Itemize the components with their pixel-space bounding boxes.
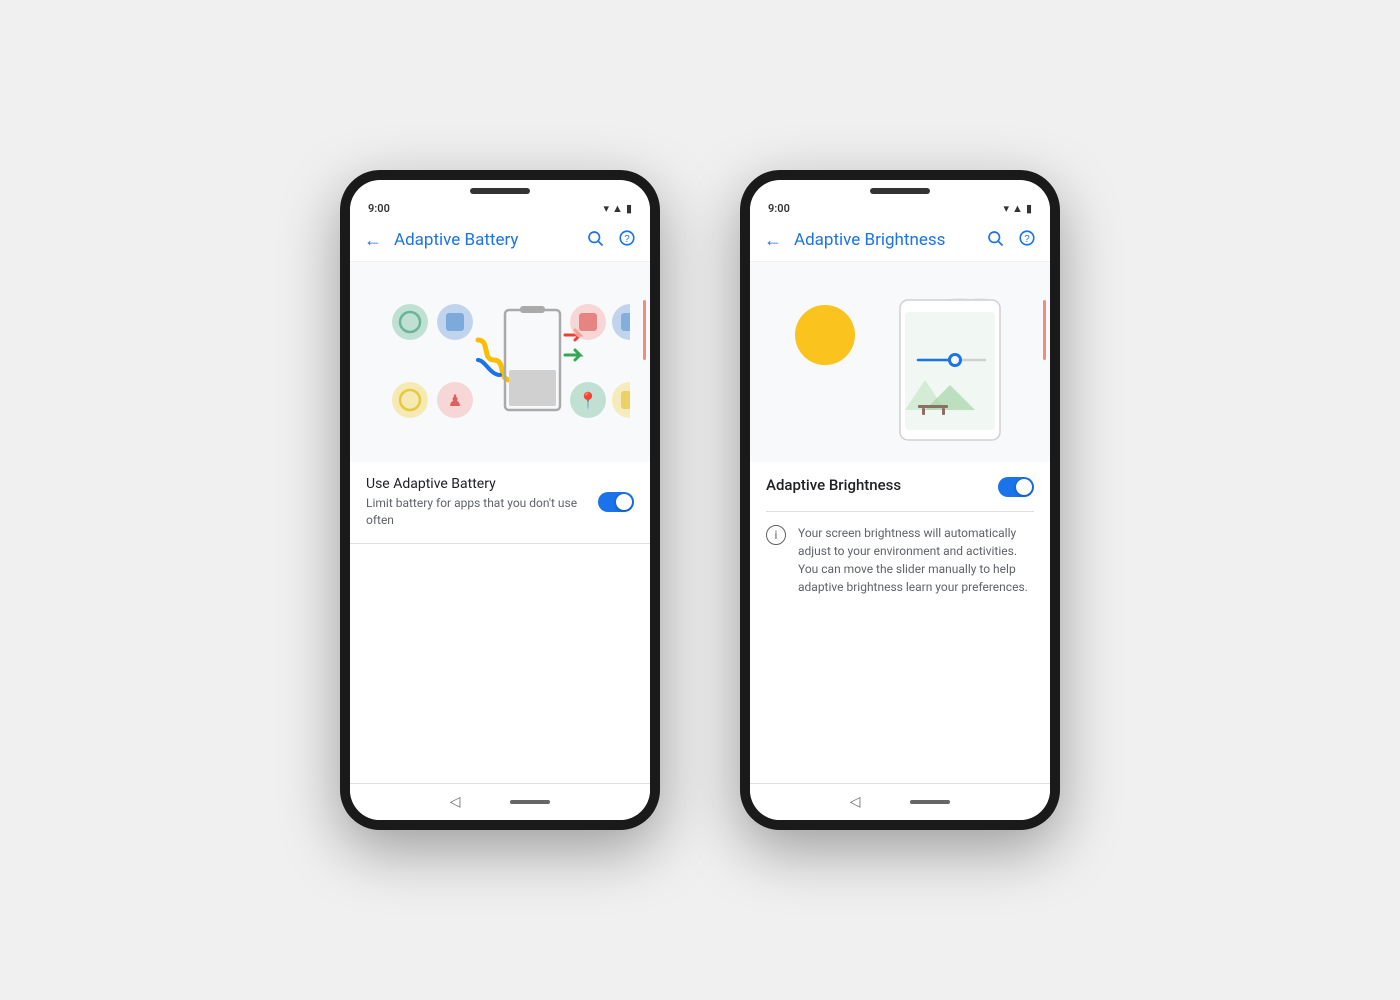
- app-bar-icons-1: ?: [586, 229, 636, 251]
- toggle-knob-1: [616, 494, 632, 510]
- nav-bar-1: ◁: [350, 783, 650, 820]
- svg-text:♟: ♟: [448, 393, 462, 410]
- nav-home-2[interactable]: [910, 800, 950, 804]
- app-bar-1: ← Adaptive Battery ?: [350, 219, 650, 262]
- brightness-illustration: [770, 280, 1030, 445]
- phone-adaptive-battery: 9:00 ▾ ▲ ▮ ← Adaptive Battery: [340, 170, 660, 830]
- info-text-2: Your screen brightness will automaticall…: [798, 524, 1034, 596]
- search-icon-2[interactable]: [986, 229, 1004, 251]
- status-time-1: 9:00: [368, 202, 390, 215]
- spacer-1: [350, 544, 650, 783]
- app-bar-title-2: Adaptive Brightness: [794, 230, 986, 250]
- nav-home-1[interactable]: [510, 800, 550, 804]
- settings-list-2: Adaptive Brightness i Your screen bright…: [750, 462, 1050, 608]
- search-icon-1[interactable]: [586, 229, 604, 251]
- page-wrapper: 9:00 ▾ ▲ ▮ ← Adaptive Battery: [0, 0, 1400, 1000]
- app-bar-2: ← Adaptive Brightness ?: [750, 219, 1050, 262]
- phone-adaptive-brightness: 9:00 ▾ ▲ ▮ ← Adaptive Brightness: [740, 170, 1060, 830]
- adaptive-brightness-toggle[interactable]: [998, 477, 1034, 497]
- nav-bar-2: ◁: [750, 783, 1050, 820]
- adaptive-brightness-item[interactable]: Adaptive Brightness: [750, 462, 1050, 511]
- help-icon-1[interactable]: ?: [618, 229, 636, 251]
- setting-text-2: Adaptive Brightness: [766, 476, 998, 497]
- svg-text:?: ?: [1024, 234, 1030, 245]
- status-bar-1: 9:00 ▾ ▲ ▮: [350, 196, 650, 219]
- setting-desc-1: Limit battery for apps that you don't us…: [366, 495, 598, 529]
- battery-illustration: ♟: [370, 280, 630, 445]
- scroll-indicator-2: [1043, 300, 1046, 360]
- app-bar-title-1: Adaptive Battery: [394, 230, 586, 250]
- brightness-hero: [750, 262, 1050, 462]
- adaptive-battery-item[interactable]: Use Adaptive Battery Limit battery for a…: [350, 462, 650, 544]
- signal-icon-2: ▲: [1012, 202, 1023, 215]
- adaptive-battery-toggle[interactable]: [598, 492, 634, 512]
- nav-back-2[interactable]: ◁: [850, 794, 861, 810]
- back-button-1[interactable]: ←: [364, 230, 382, 251]
- scroll-indicator-1: [643, 300, 646, 360]
- app-bar-icons-2: ?: [986, 229, 1036, 251]
- battery-hero: ♟: [350, 262, 650, 462]
- info-icon-2: i: [766, 525, 786, 545]
- help-icon-2[interactable]: ?: [1018, 229, 1036, 251]
- status-bar-2: 9:00 ▾ ▲ ▮: [750, 196, 1050, 219]
- svg-text:?: ?: [624, 234, 630, 245]
- wifi-icon-1: ▾: [604, 202, 610, 215]
- svg-text:📍: 📍: [578, 391, 598, 410]
- info-section-2: i Your screen brightness will automatica…: [750, 512, 1050, 608]
- wifi-icon-2: ▾: [1004, 202, 1010, 215]
- spacer-2: [750, 608, 1050, 783]
- back-button-2[interactable]: ←: [764, 230, 782, 251]
- phone-speaker-2: [870, 188, 930, 194]
- status-icons-1: ▾ ▲ ▮: [604, 202, 632, 215]
- signal-icon-1: ▲: [612, 202, 623, 215]
- setting-text-1: Use Adaptive Battery Limit battery for a…: [366, 476, 598, 529]
- battery-icon-1: ▮: [626, 202, 632, 215]
- nav-back-1[interactable]: ◁: [450, 794, 461, 810]
- status-time-2: 9:00: [768, 202, 790, 215]
- setting-title-1: Use Adaptive Battery: [366, 476, 598, 492]
- settings-list-1: Use Adaptive Battery Limit battery for a…: [350, 462, 650, 544]
- battery-icon-2: ▮: [1026, 202, 1032, 215]
- status-icons-2: ▾ ▲ ▮: [1004, 202, 1032, 215]
- phone-speaker-1: [470, 188, 530, 194]
- setting-title-2: Adaptive Brightness: [766, 476, 998, 494]
- toggle-knob-2: [1016, 479, 1032, 495]
